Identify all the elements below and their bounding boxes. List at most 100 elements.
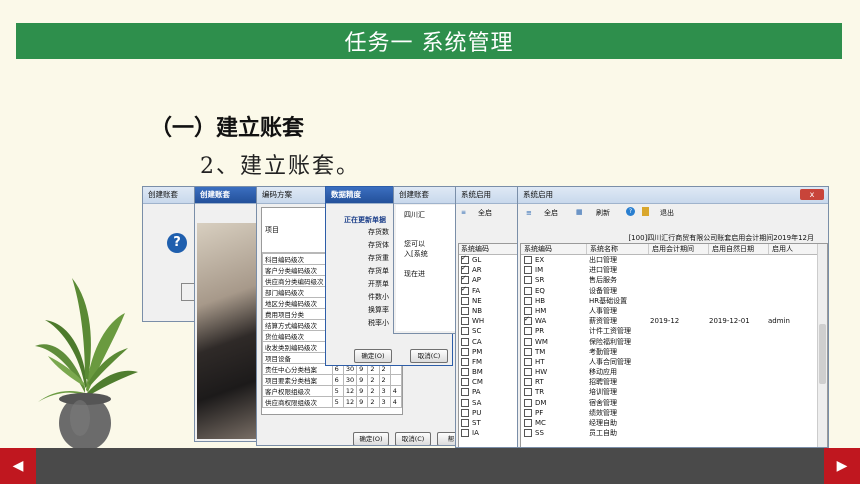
table-row[interactable]: IM 进口管理 (521, 265, 827, 275)
enable-checkbox[interactable] (461, 357, 469, 366)
enable-checkbox[interactable] (461, 317, 469, 326)
enable-checkbox[interactable] (524, 266, 532, 275)
enable-checkbox[interactable] (461, 327, 469, 336)
list-item[interactable]: PM (461, 347, 524, 357)
code-cell[interactable]: PR (521, 326, 586, 336)
enable-checkbox[interactable] (524, 419, 532, 427)
table-row[interactable]: WA 薪资管理 2019-12 2019-12-01 admin (521, 314, 827, 326)
enable-checkbox[interactable] (524, 276, 532, 285)
list-item[interactable]: AP (461, 273, 524, 285)
cancel-button[interactable]: 取消(C) (410, 349, 448, 363)
table-row[interactable]: EQ 设备管理 (521, 286, 827, 296)
code-cell[interactable]: HB (521, 296, 586, 306)
enable-checkbox[interactable] (461, 368, 469, 377)
enable-checkbox[interactable] (461, 419, 469, 427)
refresh-button[interactable]: 刷新 (596, 208, 610, 218)
enable-checkbox[interactable] (524, 327, 532, 336)
enable-checkbox[interactable] (461, 347, 469, 356)
table-row[interactable]: HM 人事管理 (521, 306, 827, 316)
code-cell[interactable]: IM (521, 265, 586, 275)
enable-all-icon[interactable]: ≡ (461, 209, 466, 216)
enable-checkbox[interactable] (524, 408, 532, 417)
scrollbar-thumb[interactable] (819, 324, 826, 384)
code-cell[interactable]: EX (521, 255, 586, 265)
enable-checkbox[interactable] (461, 408, 469, 417)
prev-slide-button[interactable]: ◀ (0, 448, 36, 484)
table-row[interactable]: RT 招聘管理 (521, 377, 827, 387)
enable-checkbox[interactable] (524, 286, 532, 295)
list-item[interactable]: NB (461, 306, 524, 316)
exit-icon[interactable] (642, 207, 649, 216)
enable-checkbox[interactable] (461, 388, 469, 397)
list-item[interactable]: AR (461, 263, 524, 275)
list-item[interactable]: FM (461, 357, 524, 367)
enable-checkbox[interactable] (461, 306, 469, 315)
cancel-button[interactable]: 取消(C) (395, 432, 431, 445)
code-cell[interactable]: EQ (521, 286, 586, 296)
table-row[interactable]: HB HR基础设置 (521, 296, 827, 306)
exit-button[interactable]: 退出 (660, 208, 674, 218)
enable-checkbox[interactable] (461, 284, 469, 295)
table-row[interactable]: TM 考勤管理 (521, 347, 827, 357)
close-button[interactable]: x (800, 189, 824, 200)
enable-checkbox[interactable] (461, 398, 469, 407)
enable-checkbox[interactable] (524, 314, 532, 326)
next-slide-button[interactable]: ▶ (824, 448, 860, 484)
list-item[interactable]: PA (461, 387, 524, 397)
enable-checkbox[interactable] (524, 256, 532, 264)
refresh-icon[interactable]: ▦ (576, 208, 583, 216)
code-cell[interactable]: RT (521, 377, 586, 387)
list-item[interactable]: WH (461, 316, 524, 326)
list-item[interactable]: CM (461, 377, 524, 387)
list-item[interactable]: FA (461, 284, 524, 296)
code-cell[interactable]: TM (521, 347, 586, 357)
list-item[interactable]: SA (461, 398, 524, 408)
table-row[interactable]: HT 人事合同管理 (521, 357, 827, 367)
code-cell[interactable]: SR (521, 275, 586, 285)
code-cell[interactable]: WA (521, 314, 586, 326)
table-row[interactable]: 项目要素分类档案 6 30 9 2 2 (262, 374, 402, 386)
code-cell[interactable]: HM (521, 306, 586, 316)
enable-all-button[interactable]: 全启 (544, 208, 558, 218)
table-row[interactable]: MC 经理自助 (521, 418, 827, 428)
list-item[interactable]: NE (461, 296, 524, 306)
table-row[interactable]: EX 出口管理 (521, 255, 827, 265)
code-cell[interactable]: HW (521, 367, 586, 377)
list-item[interactable]: ST (461, 418, 524, 428)
code-cell[interactable]: MC (521, 418, 586, 428)
table-row[interactable]: SS 员工自助 (521, 428, 827, 438)
ok-button[interactable]: 确定(O) (353, 432, 389, 445)
enable-checkbox[interactable] (524, 398, 532, 407)
enable-checkbox[interactable] (461, 429, 469, 438)
list-item[interactable]: IA (461, 428, 524, 438)
table-row[interactable]: 供应商权限组级次 5 12 9 2 3 4 (262, 396, 402, 408)
enable-checkbox[interactable] (524, 388, 532, 397)
help-icon[interactable]: ? (626, 207, 635, 216)
enable-checkbox[interactable] (524, 378, 532, 387)
table-row[interactable]: PR 计件工资管理 (521, 326, 827, 336)
code-cell[interactable]: SS (521, 428, 586, 438)
enable-checkbox[interactable] (524, 429, 532, 438)
enable-checkbox[interactable] (524, 337, 532, 346)
enable-checkbox[interactable] (461, 378, 469, 387)
list-item[interactable]: CA (461, 337, 524, 347)
table-row[interactable]: HW 移动应用 (521, 367, 827, 377)
table-row[interactable]: DM 宿舍管理 (521, 398, 827, 408)
enable-checkbox[interactable] (461, 337, 469, 346)
enable-checkbox[interactable] (524, 347, 532, 356)
code-cell[interactable]: DM (521, 398, 586, 408)
table-row[interactable]: 客户权限组级次 5 12 9 2 3 4 (262, 385, 402, 397)
enable-checkbox[interactable] (461, 296, 469, 305)
list-item[interactable]: BM (461, 367, 524, 377)
vertical-scrollbar[interactable] (817, 244, 827, 447)
list-item[interactable]: PU (461, 408, 524, 418)
code-cell[interactable]: PF (521, 408, 586, 418)
list-item[interactable]: GL (461, 253, 524, 265)
enable-all-icon[interactable]: ≡ (526, 209, 532, 217)
enable-all-button[interactable]: 全启 (478, 208, 492, 218)
table-row[interactable]: WM 保险福利管理 (521, 337, 827, 347)
enable-checkbox[interactable] (524, 368, 532, 377)
table-row[interactable]: PF 绩效管理 (521, 408, 827, 418)
list-item[interactable]: SC (461, 326, 524, 336)
ok-button[interactable]: 确定(O) (354, 349, 392, 363)
